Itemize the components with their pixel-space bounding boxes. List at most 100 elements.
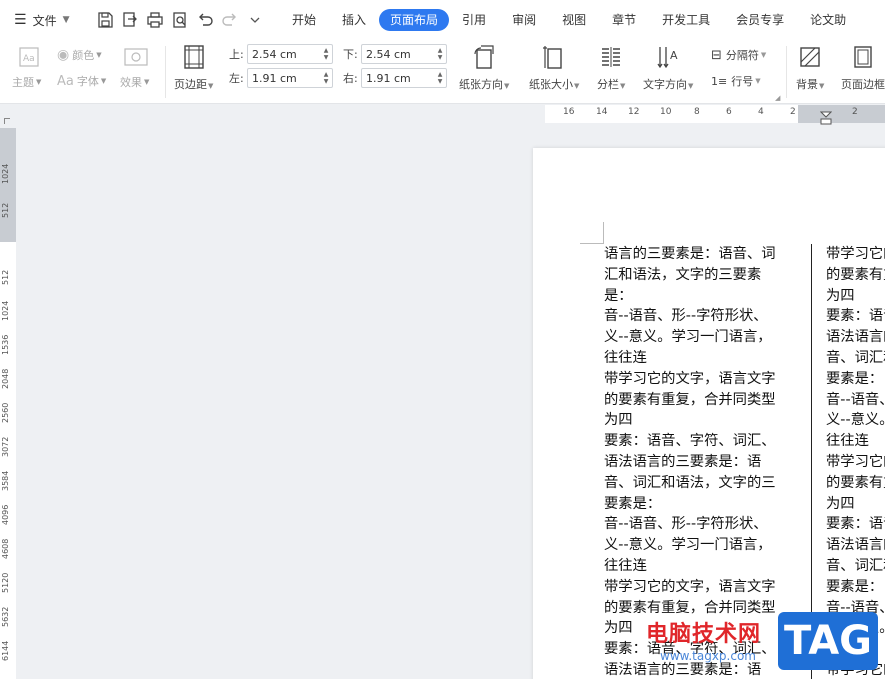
font-label: 字体 bbox=[76, 75, 99, 88]
columns-button[interactable]: 分栏▼ bbox=[597, 44, 625, 92]
columns-label: 分栏 bbox=[597, 78, 619, 91]
line-numbers-label: 行号 bbox=[731, 75, 754, 88]
effect-button[interactable]: 效果 ▼ bbox=[120, 74, 149, 90]
indent-marker-icon[interactable] bbox=[820, 111, 832, 125]
ruler-number: 6 bbox=[726, 107, 732, 117]
tab-view[interactable]: 视图 bbox=[549, 9, 599, 31]
margin-right-value: 1.91 cm bbox=[366, 71, 411, 85]
tab-page-layout[interactable]: 页面布局 bbox=[379, 9, 450, 31]
caret-down-icon: ▼ bbox=[504, 82, 510, 90]
orientation-button[interactable]: 纸张方向▼ bbox=[459, 44, 509, 92]
svg-text:A: A bbox=[670, 49, 678, 62]
ribbon-toolbar: Aa 主题 ▼ ◉ 颜色 ▼ Aa 字体 ▼ 效果 ▼ 页边距▼ 上: 2.54 cm ▲ ▼… bbox=[0, 40, 885, 104]
caret-down-icon: ▼ bbox=[819, 82, 825, 90]
ruler-number: 2560 bbox=[1, 402, 10, 423]
text-column-1[interactable]: 语言的三要素是：语音、词 汇和语法，文字的三要素 是： 音--语音、形--字符形状、义… bbox=[604, 244, 804, 679]
background-icon bbox=[800, 47, 820, 67]
spinner-arrows-icon[interactable]: ▲ ▼ bbox=[434, 69, 446, 87]
margin-top-label: 上: bbox=[229, 48, 244, 61]
margins-label: 页边距 bbox=[174, 78, 207, 91]
text-line: 义--意义。学习一门语言， bbox=[604, 329, 772, 346]
spinner-arrows-icon[interactable]: ▲ ▼ bbox=[320, 45, 332, 63]
text-direction-button[interactable]: A 文字方向▼ bbox=[643, 44, 693, 92]
text-line: 要素是： bbox=[826, 370, 884, 387]
print-button[interactable] bbox=[142, 6, 167, 34]
text-line: 要素：语音、 bbox=[826, 516, 885, 533]
tab-insert[interactable]: 插入 bbox=[329, 9, 379, 31]
columns-icon bbox=[602, 47, 621, 67]
margin-bottom-input[interactable]: 2.54 cm ▲ ▼ bbox=[361, 44, 447, 64]
tab-review[interactable]: 审阅 bbox=[499, 9, 549, 31]
margin-right-input[interactable]: 1.91 cm ▲ ▼ bbox=[361, 68, 447, 88]
redo-icon bbox=[221, 13, 236, 26]
paper-size-icon bbox=[543, 46, 562, 69]
ruler-number: 16 bbox=[563, 107, 575, 117]
export-pdf-icon bbox=[122, 12, 137, 27]
color-label: 颜色 bbox=[72, 49, 95, 62]
text-line: 是： bbox=[604, 287, 633, 304]
color-button[interactable]: ◉ 颜色 ▼ bbox=[57, 47, 102, 63]
text-line: 要素：语音、 bbox=[826, 308, 885, 325]
text-line: 往往连 bbox=[604, 349, 647, 366]
page-corner-mark bbox=[580, 222, 604, 244]
page-break-icon: ⊟ bbox=[711, 47, 722, 63]
text-line: 音--语音、形--字符形状、 bbox=[604, 516, 768, 533]
spinner-arrows-icon[interactable]: ▲ ▼ bbox=[320, 69, 332, 87]
export-pdf-button[interactable] bbox=[117, 6, 142, 34]
margin-left-value: 1.91 cm bbox=[252, 71, 297, 85]
background-button[interactable]: 背景▼ bbox=[796, 44, 824, 92]
margin-left-row: 左: 1.91 cm ▲ ▼ bbox=[229, 68, 333, 88]
print-preview-button[interactable] bbox=[167, 6, 192, 34]
chevron-down-icon bbox=[250, 17, 259, 23]
ruler-number: 512 bbox=[1, 269, 10, 285]
tab-member[interactable]: 会员专享 bbox=[723, 9, 797, 31]
dialog-launcher-icon[interactable]: ◢ bbox=[775, 94, 780, 102]
text-line: 义--意义。学习一门语言， bbox=[604, 537, 772, 554]
margin-top-row: 上: 2.54 cm ▲ ▼ bbox=[229, 44, 333, 64]
ruler-number: 2 bbox=[790, 107, 796, 117]
ribbon-divider bbox=[786, 46, 787, 98]
theme-button[interactable]: 主题 ▼ bbox=[12, 74, 41, 90]
margins-button[interactable]: 页边距▼ bbox=[174, 44, 213, 92]
margin-bottom-value: 2.54 cm bbox=[366, 47, 411, 61]
margin-left-label: 左: bbox=[229, 72, 244, 85]
page-border-button[interactable]: 页面边框 bbox=[841, 44, 885, 92]
tab-start[interactable]: 开始 bbox=[279, 9, 329, 31]
tab-developer[interactable]: 开发工具 bbox=[649, 9, 723, 31]
customize-toolbar-button[interactable] bbox=[242, 6, 267, 34]
save-button[interactable] bbox=[92, 6, 117, 34]
ruler-number: 10 bbox=[660, 107, 672, 117]
page-border-label: 页面边框 bbox=[841, 78, 885, 91]
tab-section[interactable]: 章节 bbox=[599, 9, 649, 31]
text-line: 语法语言的三 bbox=[826, 329, 885, 346]
horizontal-ruler[interactable]: 16 14 12 10 8 6 4 2 2 bbox=[0, 105, 885, 125]
caret-down-icon: ▼ bbox=[620, 82, 626, 90]
line-numbers-button[interactable]: 1≡ 行号 ▼ bbox=[711, 73, 761, 89]
text-line: 音、词汇和语 bbox=[826, 349, 885, 366]
effect-icon bbox=[124, 48, 148, 66]
margin-top-value: 2.54 cm bbox=[252, 47, 297, 61]
tab-thesis[interactable]: 论文助 bbox=[797, 9, 859, 31]
ruler-number: 2 bbox=[852, 107, 858, 117]
font-theme-button[interactable]: Aa 字体 ▼ bbox=[57, 73, 106, 89]
text-direction-label: 文字方向 bbox=[643, 78, 687, 91]
text-line: 往往连 bbox=[604, 557, 647, 574]
ruler-number: 12 bbox=[628, 107, 640, 117]
caret-down-icon: ▼ bbox=[688, 82, 694, 90]
paper-size-label: 纸张大小 bbox=[529, 78, 573, 91]
redo-button[interactable] bbox=[217, 6, 242, 34]
margin-top-input[interactable]: 2.54 cm ▲ ▼ bbox=[247, 44, 333, 64]
spinner-arrows-icon[interactable]: ▲ ▼ bbox=[434, 45, 446, 63]
undo-button[interactable] bbox=[192, 6, 217, 34]
file-menu-button[interactable]: ☰ 文件 ▼ bbox=[0, 0, 84, 40]
tab-references[interactable]: 引用 bbox=[449, 9, 499, 31]
effect-label: 效果 bbox=[120, 76, 142, 89]
paper-size-button[interactable]: 纸张大小▼ bbox=[529, 44, 579, 92]
chevron-down-icon: ▼ bbox=[62, 15, 70, 25]
theme-icon: Aa bbox=[19, 47, 39, 67]
breaks-button[interactable]: ⊟ 分隔符 ▼ bbox=[711, 47, 766, 63]
text-line: 的要素有重复 bbox=[826, 474, 885, 491]
vertical-ruler[interactable]: 1024 512 512 1024 1536 2048 2560 3072 35… bbox=[0, 128, 16, 679]
text-line: 汇和语法，文字的三要素 bbox=[604, 266, 762, 283]
margin-left-input[interactable]: 1.91 cm ▲ ▼ bbox=[247, 68, 333, 88]
